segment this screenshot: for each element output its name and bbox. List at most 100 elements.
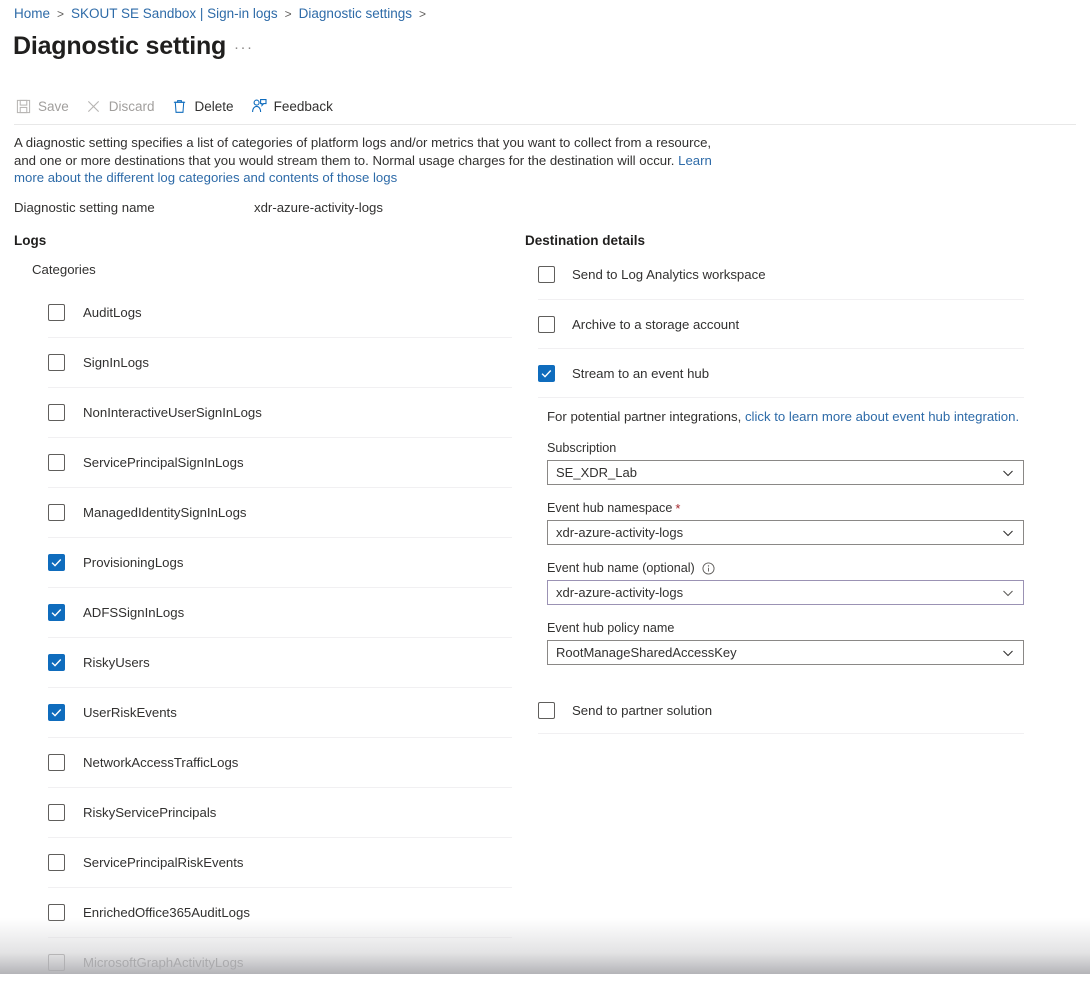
save-button[interactable]: Save: [14, 93, 69, 119]
feedback-label: Feedback: [273, 98, 333, 114]
logs-section: Logs Categories AuditLogs SignInLogs NonIn…: [0, 232, 520, 987]
subscription-label: Subscription: [547, 441, 617, 455]
destination-label: Send to Log Analytics workspace: [572, 267, 766, 282]
destination-checkbox[interactable]: [538, 315, 555, 333]
description-body: A diagnostic setting specifies a list of…: [14, 135, 712, 168]
namespace-value: xdr-azure-activity-logs: [556, 525, 684, 540]
partner-solution-label: Send to partner solution: [572, 702, 713, 718]
category-row[interactable]: MicrosoftGraphActivityLogs: [48, 937, 512, 987]
event-hub-name-select[interactable]: xdr-azure-activity-logs: [547, 580, 1024, 605]
person-feedback-icon: [250, 97, 268, 115]
breadcrumb-item-diagnostic-settings[interactable]: Diagnostic settings: [299, 4, 412, 24]
category-checkbox[interactable]: [48, 654, 65, 671]
category-label: NonInteractiveUserSignInLogs: [83, 405, 262, 420]
event-hub-namespace-field: Event hub namespace * xdr-azure-activity…: [547, 500, 1032, 545]
category-row[interactable]: ADFSSignInLogs: [48, 587, 512, 637]
category-row[interactable]: ServicePrincipalRiskEvents: [48, 837, 512, 887]
category-checkbox[interactable]: [48, 704, 65, 721]
category-row[interactable]: NonInteractiveUserSignInLogs: [48, 387, 512, 437]
destination-checkbox[interactable]: [538, 266, 555, 283]
category-row[interactable]: RiskyServicePrincipals: [48, 787, 512, 837]
breadcrumb-separator-icon: >: [418, 7, 426, 21]
category-checkbox[interactable]: [48, 504, 65, 521]
destination-option-row[interactable]: Send to Log Analytics workspace: [538, 250, 1024, 299]
partner-solution-block: Send to partner solution: [520, 687, 1090, 734]
category-row[interactable]: NetworkAccessTrafficLogs: [48, 737, 512, 787]
required-marker: *: [675, 500, 681, 516]
close-icon: [85, 97, 103, 115]
category-row[interactable]: ProvisioningLogs: [48, 537, 512, 587]
chevron-down-icon: [1001, 586, 1015, 600]
category-row[interactable]: UserRiskEvents: [48, 687, 512, 737]
category-label: UserRiskEvents: [83, 705, 177, 720]
event-hub-panel: For potential partner integrations, clic…: [547, 408, 1032, 665]
subscription-label-row: Subscription: [547, 440, 1032, 456]
feedback-button[interactable]: Feedback: [250, 93, 333, 119]
event-hub-policy-field: Event hub policy name RootManageSharedAc…: [547, 620, 1032, 665]
policy-value: RootManageSharedAccessKey: [556, 645, 737, 660]
category-checkbox[interactable]: [48, 604, 65, 621]
category-row[interactable]: AuditLogs: [48, 287, 512, 337]
event-hub-name-value: xdr-azure-activity-logs: [556, 585, 684, 600]
destination-option-row[interactable]: Archive to a storage account: [538, 299, 1024, 348]
category-label: ProvisioningLogs: [83, 555, 184, 570]
namespace-select[interactable]: xdr-azure-activity-logs: [547, 520, 1024, 545]
destination-list-divider: [538, 397, 1024, 398]
subscription-field: Subscription SE_XDR_Lab: [547, 440, 1032, 485]
breadcrumb-item-home[interactable]: Home: [14, 4, 50, 24]
namespace-label: Event hub namespace: [547, 501, 673, 515]
category-checkbox[interactable]: [48, 303, 65, 321]
category-label: ADFSSignInLogs: [83, 605, 185, 620]
category-checkbox[interactable]: [48, 854, 65, 871]
category-checkbox[interactable]: [48, 754, 65, 771]
destination-heading: Destination details: [525, 233, 646, 248]
policy-label-row: Event hub policy name: [547, 620, 1032, 636]
partner-solution-checkbox[interactable]: [538, 701, 555, 719]
category-label: NetworkAccessTrafficLogs: [83, 755, 239, 770]
namespace-label-row: Event hub namespace *: [547, 500, 1032, 516]
category-row[interactable]: ManagedIdentitySignInLogs: [48, 487, 512, 537]
subscription-value: SE_XDR_Lab: [556, 465, 637, 480]
category-checkbox[interactable]: [48, 404, 65, 421]
category-row[interactable]: ServicePrincipalSignInLogs: [48, 437, 512, 487]
categories-label: Categories: [32, 262, 96, 277]
destination-checkbox[interactable]: [538, 364, 555, 382]
category-row[interactable]: EnrichedOffice365AuditLogs: [48, 887, 512, 937]
category-row[interactable]: SignInLogs: [48, 337, 512, 387]
command-bar: Save Discard Delete Feedback: [14, 93, 349, 119]
category-checkbox[interactable]: [48, 804, 65, 821]
category-checkbox[interactable]: [48, 554, 65, 571]
policy-select[interactable]: RootManageSharedAccessKey: [547, 640, 1024, 665]
breadcrumb-item-sign-in-logs[interactable]: SKOUT SE Sandbox | Sign-in logs: [71, 4, 278, 24]
discard-label: Discard: [108, 98, 155, 114]
delete-button[interactable]: Delete: [171, 93, 234, 119]
command-bar-divider: [14, 124, 1076, 125]
category-label: RiskyServicePrincipals: [83, 805, 217, 820]
destination-option-row[interactable]: Stream to an event hub: [538, 348, 1024, 397]
partner-solution-row[interactable]: Send to partner solution: [538, 687, 1024, 733]
partner-integration-note: For potential partner integrations, clic…: [547, 408, 1032, 425]
destination-label: Archive to a storage account: [572, 316, 740, 332]
diagnostic-setting-name-value: xdr-azure-activity-logs: [254, 200, 383, 215]
category-label: AuditLogs: [83, 304, 142, 320]
chevron-down-icon: [1001, 466, 1015, 480]
destination-label: Stream to an event hub: [572, 365, 710, 381]
category-checkbox[interactable]: [48, 454, 65, 471]
subscription-select[interactable]: SE_XDR_Lab: [547, 460, 1024, 485]
category-label: ServicePrincipalSignInLogs: [83, 455, 244, 470]
category-checkbox[interactable]: [48, 904, 65, 921]
info-icon[interactable]: [702, 561, 715, 575]
event-hub-integration-link[interactable]: click to learn more about event hub inte…: [745, 409, 1019, 424]
trash-icon: [171, 97, 189, 115]
category-checkbox[interactable]: [48, 954, 65, 971]
diagnostic-setting-name-row: Diagnostic setting name xdr-azure-activit…: [14, 199, 383, 216]
diagnostic-setting-name-label: Diagnostic setting name: [14, 200, 155, 215]
chevron-down-icon: [1001, 646, 1015, 660]
delete-label: Delete: [194, 98, 234, 114]
destination-option-list: Send to Log Analytics workspace Archive t…: [520, 250, 1090, 398]
category-row[interactable]: RiskyUsers: [48, 637, 512, 687]
category-checkbox[interactable]: [48, 354, 65, 371]
event-hub-name-label: Event hub name (optional): [547, 561, 695, 575]
discard-button[interactable]: Discard: [85, 93, 155, 119]
more-options-icon[interactable]: ···: [234, 38, 254, 58]
